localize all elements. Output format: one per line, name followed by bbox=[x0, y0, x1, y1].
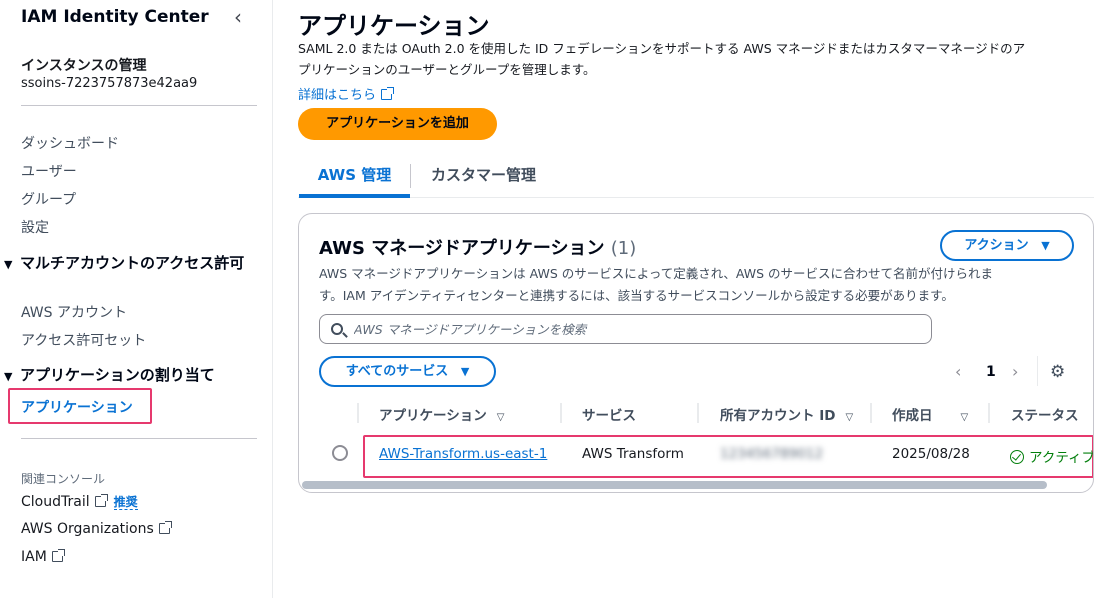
search-icon bbox=[331, 323, 343, 335]
link-label: 詳細はこちら bbox=[298, 88, 377, 103]
sidebar-item-aws-accounts[interactable]: AWS アカウント bbox=[21, 302, 127, 322]
description-line: SAML 2.0 または OAuth 2.0 を使用した ID フェデレーション… bbox=[298, 41, 1026, 56]
sidebar-link-organizations[interactable]: AWS Organizations bbox=[21, 521, 172, 537]
sidebar-item-users[interactable]: ユーザー bbox=[21, 161, 77, 181]
link-label: IAM bbox=[21, 549, 47, 565]
collapse-sidebar-icon[interactable]: ‹ bbox=[234, 5, 242, 29]
related-consoles-title: 関連コンソール bbox=[21, 472, 106, 486]
cell-application: AWS-Transform.us-east-1 bbox=[379, 446, 547, 462]
sidebar-item-permission-sets[interactable]: アクセス許可セット bbox=[21, 330, 146, 350]
sidebar-section-multi-account[interactable]: ▼ マルチアカウントのアクセス許可 bbox=[4, 254, 254, 274]
column-header-service[interactable]: サービス bbox=[582, 404, 636, 424]
link-label: CloudTrail bbox=[21, 494, 90, 510]
status-label: アクティブ bbox=[1029, 450, 1094, 466]
description-line: す。IAM アイデンティティセンターと連携するには、該当するサービスコンソールか… bbox=[319, 288, 954, 303]
instance-title: インスタンスの管理 bbox=[21, 58, 147, 74]
sidebar-link-cloudtrail[interactable]: CloudTrail 推奨 bbox=[21, 493, 138, 510]
horizontal-scrollbar[interactable] bbox=[302, 481, 1047, 489]
sort-icon[interactable]: ▽ bbox=[497, 412, 505, 423]
row-select-radio[interactable] bbox=[332, 445, 348, 461]
column-divider bbox=[560, 403, 562, 423]
button-label: アクション bbox=[964, 238, 1029, 253]
section-label: マルチアカウントのアクセス許可 bbox=[20, 254, 245, 272]
page-number[interactable]: 1 bbox=[986, 364, 996, 380]
sidebar-divider bbox=[21, 438, 257, 439]
button-label: すべてのサービス bbox=[345, 364, 449, 379]
add-application-button[interactable]: アプリケーションを追加 bbox=[298, 108, 497, 140]
caret-down-icon: ▼ bbox=[460, 365, 470, 378]
description-line: AWS マネージドアプリケーションは AWS のサービスによって定義され、AWS… bbox=[319, 266, 994, 281]
tab-divider bbox=[410, 164, 411, 188]
sidebar: IAM Identity Center ‹ インスタンスの管理 ssoins-7… bbox=[0, 0, 273, 598]
header-label: 作成日 bbox=[892, 408, 933, 424]
cell-created: 2025/08/28 bbox=[892, 446, 970, 462]
sidebar-item-dashboard[interactable]: ダッシュボード bbox=[21, 133, 119, 153]
cell-status: アクティブ bbox=[1010, 446, 1094, 466]
external-link-icon bbox=[158, 521, 172, 534]
column-header-status[interactable]: ステータス bbox=[1011, 404, 1079, 424]
pager-divider bbox=[1037, 356, 1038, 386]
actions-button[interactable]: アクション ▼ bbox=[940, 230, 1074, 261]
sidebar-title: IAM Identity Center bbox=[21, 7, 209, 27]
caret-down-icon: ▼ bbox=[1041, 239, 1050, 252]
link-label: AWS Organizations bbox=[21, 521, 154, 537]
page-description: SAML 2.0 または OAuth 2.0 を使用した ID フェデレーション… bbox=[298, 38, 1098, 80]
column-divider bbox=[357, 403, 359, 423]
external-link-icon bbox=[51, 549, 65, 562]
column-divider bbox=[988, 403, 990, 423]
learn-more-link[interactable]: 詳細はこちら bbox=[298, 84, 395, 103]
tab-bar: AWS 管理 カスタマー管理 bbox=[298, 160, 1094, 198]
sort-icon[interactable]: ▽ bbox=[845, 412, 853, 423]
panel-description: AWS マネージドアプリケーションは AWS のサービスによって定義され、AWS… bbox=[319, 263, 1069, 307]
caret-down-icon: ▼ bbox=[4, 370, 13, 383]
sidebar-item-settings[interactable]: 設定 bbox=[21, 217, 49, 237]
sort-icon[interactable]: ▽ bbox=[961, 412, 969, 423]
section-label: アプリケーションの割り当て bbox=[20, 366, 215, 384]
main-content: アプリケーション SAML 2.0 または OAuth 2.0 を使用した ID… bbox=[298, 0, 1103, 598]
cell-service: AWS Transform bbox=[582, 446, 684, 462]
caret-down-icon: ▼ bbox=[4, 258, 13, 271]
recommended-badge[interactable]: 推奨 bbox=[113, 495, 138, 510]
column-header-account-id[interactable]: 所有アカウント ID ▽ bbox=[720, 404, 853, 424]
gear-icon[interactable]: ⚙ bbox=[1050, 362, 1065, 382]
tab-aws-managed[interactable]: AWS 管理 bbox=[299, 160, 410, 198]
sidebar-item-label: アプリケーション bbox=[21, 400, 133, 416]
panel-title: AWS マネージドアプリケーション (1) bbox=[319, 234, 636, 260]
instance-id: ssoins-7223757873e42aa9 bbox=[21, 76, 198, 91]
search-field[interactable] bbox=[319, 314, 932, 344]
column-divider bbox=[697, 403, 699, 423]
sidebar-link-iam[interactable]: IAM bbox=[21, 549, 65, 565]
sidebar-item-groups[interactable]: グループ bbox=[21, 189, 76, 209]
application-link[interactable]: AWS-Transform.us-east-1 bbox=[379, 446, 547, 462]
applications-panel: AWS マネージドアプリケーション (1) アクション ▼ AWS マネージドア… bbox=[298, 213, 1094, 493]
external-link-icon bbox=[381, 87, 395, 100]
chevron-right-icon[interactable]: › bbox=[1012, 362, 1018, 381]
panel-title-text: AWS マネージドアプリケーション bbox=[319, 238, 605, 259]
sidebar-section-app-assignments[interactable]: ▼ アプリケーションの割り当て bbox=[4, 366, 254, 386]
column-header-application[interactable]: アプリケーション ▽ bbox=[379, 404, 504, 424]
external-link-icon bbox=[94, 494, 108, 507]
chevron-left-icon[interactable]: ‹ bbox=[955, 362, 961, 381]
header-label: アプリケーション bbox=[379, 408, 487, 424]
services-filter-button[interactable]: すべてのサービス ▼ bbox=[319, 356, 496, 387]
sidebar-item-applications[interactable]: アプリケーション bbox=[8, 388, 152, 424]
column-header-created[interactable]: 作成日 ▽ bbox=[892, 404, 968, 424]
tab-customer-managed[interactable]: カスタマー管理 bbox=[431, 160, 536, 198]
page-title: アプリケーション bbox=[298, 12, 490, 40]
item-count: (1) bbox=[610, 238, 637, 259]
column-divider bbox=[870, 403, 872, 423]
description-line: プリケーションのユーザーとグループを管理します。 bbox=[298, 62, 596, 77]
cell-account-id: 123456789012 bbox=[720, 446, 824, 462]
header-label: 所有アカウント ID bbox=[720, 408, 836, 424]
search-input[interactable] bbox=[354, 319, 914, 339]
sidebar-divider bbox=[21, 105, 257, 106]
check-circle-icon bbox=[1010, 450, 1024, 464]
